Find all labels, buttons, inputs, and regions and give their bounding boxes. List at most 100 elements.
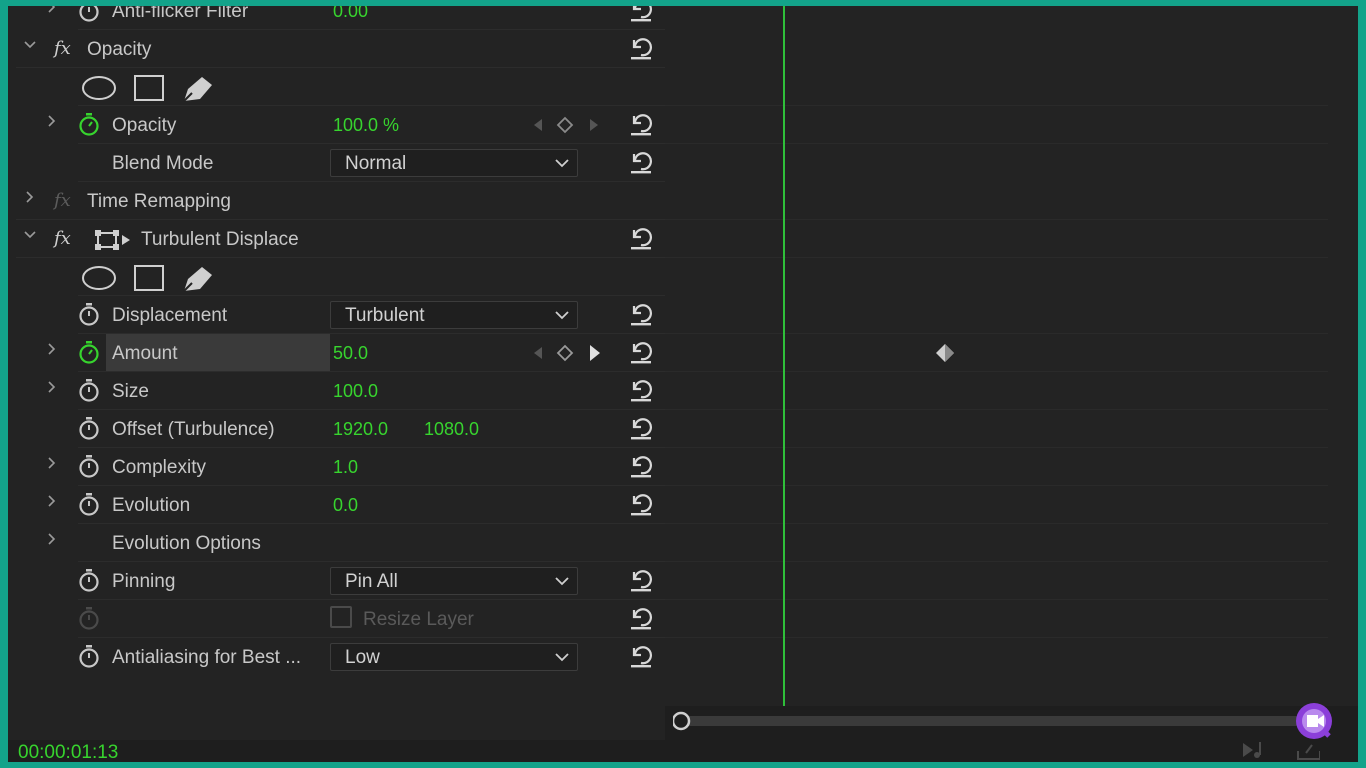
- reset-icon[interactable]: [628, 606, 654, 630]
- chevron-down-icon[interactable]: [22, 39, 38, 55]
- row-opacity-group[interactable]: fx Opacity: [8, 30, 665, 68]
- amount-label: Amount: [112, 343, 178, 364]
- reset-icon[interactable]: [628, 150, 654, 174]
- stopwatch-icon[interactable]: [78, 303, 100, 327]
- current-timecode[interactable]: 00:00:01:13: [18, 742, 118, 762]
- reset-icon[interactable]: [628, 644, 654, 668]
- row-complexity: Complexity 1.0: [8, 448, 665, 486]
- row-turbulent-displace-group[interactable]: fx Turbulent Displace: [8, 220, 665, 258]
- chevron-right-icon[interactable]: [44, 457, 60, 473]
- reset-icon[interactable]: [628, 568, 654, 592]
- antialiasing-select[interactable]: Low: [330, 643, 578, 671]
- stopwatch-icon[interactable]: [78, 645, 100, 669]
- evolution-label: Evolution: [112, 495, 191, 516]
- offset-x-value[interactable]: 1920.0: [333, 419, 388, 440]
- fx-icon[interactable]: fx: [54, 190, 71, 211]
- reset-icon[interactable]: [628, 492, 654, 516]
- chevron-right-icon[interactable]: [44, 6, 60, 17]
- reset-icon[interactable]: [628, 112, 654, 136]
- row-pinning: Pinning Pin All: [8, 562, 665, 600]
- timeline-zoom-scrollbar[interactable]: [673, 710, 1308, 732]
- reset-icon[interactable]: [628, 6, 654, 22]
- logo-icon: [1296, 703, 1332, 739]
- opacity-group-label: Opacity: [87, 39, 152, 60]
- row-displacement: Displacement Turbulent: [8, 296, 665, 334]
- chevron-down-icon[interactable]: [22, 229, 38, 245]
- anti-flicker-value[interactable]: 0.00: [333, 6, 368, 22]
- resize-layer-checkbox[interactable]: [330, 606, 352, 628]
- amount-value[interactable]: 50.0: [333, 343, 368, 364]
- keyframe-timeline[interactable]: [665, 6, 1358, 706]
- resize-layer-label: Resize Layer: [363, 609, 474, 630]
- export-icon[interactable]: [1297, 744, 1320, 760]
- keyframe-diamond-icon[interactable]: [935, 343, 955, 363]
- effect-controls-panel: Anti-flicker Filter 0.00 fx Opacity Opac…: [8, 6, 665, 740]
- blend-mode-select[interactable]: Normal: [330, 149, 578, 177]
- displacement-select[interactable]: Turbulent: [330, 301, 578, 329]
- ellipse-mask-icon[interactable]: [82, 266, 116, 290]
- chevron-right-icon[interactable]: [44, 495, 60, 511]
- row-opacity-masks: [8, 68, 665, 106]
- prev-keyframe-icon[interactable]: [534, 347, 542, 359]
- ellipse-mask-icon[interactable]: [82, 76, 116, 100]
- next-keyframe-icon[interactable]: [590, 119, 598, 131]
- row-amount: Amount 50.0: [8, 334, 665, 372]
- add-keyframe-icon[interactable]: [556, 116, 574, 134]
- panel-footer-icons: [1243, 742, 1320, 760]
- fx-icon[interactable]: fx: [54, 38, 71, 59]
- reset-icon[interactable]: [628, 302, 654, 326]
- play-audio-icon[interactable]: [1243, 742, 1261, 758]
- chevron-right-icon[interactable]: [22, 191, 38, 207]
- chevron-right-icon[interactable]: [44, 115, 60, 131]
- reset-icon[interactable]: [628, 378, 654, 402]
- stopwatch-icon[interactable]: [78, 6, 100, 23]
- premiere-effect-controls: Anti-flicker Filter 0.00 fx Opacity Opac…: [8, 6, 1358, 762]
- size-value[interactable]: 100.0: [333, 381, 378, 402]
- keyframe-navigator: [534, 116, 598, 134]
- stopwatch-icon[interactable]: [78, 113, 100, 137]
- pinning-label: Pinning: [112, 571, 176, 592]
- blend-mode-value: Normal: [345, 153, 407, 174]
- stopwatch-icon[interactable]: [78, 569, 100, 593]
- reset-icon[interactable]: [628, 36, 654, 60]
- row-evolution-options[interactable]: Evolution Options: [8, 524, 665, 562]
- stopwatch-icon[interactable]: [78, 379, 100, 403]
- complexity-value[interactable]: 1.0: [333, 457, 358, 478]
- reset-icon[interactable]: [628, 340, 654, 364]
- chevron-right-icon[interactable]: [44, 381, 60, 397]
- pinning-select[interactable]: Pin All: [330, 567, 578, 595]
- reset-icon[interactable]: [628, 416, 654, 440]
- pen-mask-icon[interactable]: [183, 77, 212, 102]
- pen-mask-icon[interactable]: [183, 267, 212, 292]
- prev-keyframe-icon[interactable]: [534, 119, 542, 131]
- opacity-value[interactable]: 100.0 %: [333, 115, 399, 136]
- evolution-options-label: Evolution Options: [112, 533, 261, 554]
- displacement-value: Turbulent: [345, 305, 425, 326]
- rectangle-mask-icon[interactable]: [134, 265, 164, 291]
- mask-tools: [82, 265, 212, 292]
- fx-icon[interactable]: fx: [54, 228, 71, 249]
- stopwatch-icon[interactable]: [78, 455, 100, 479]
- add-keyframe-icon[interactable]: [556, 344, 574, 362]
- row-time-remapping[interactable]: fx Time Remapping: [8, 182, 665, 220]
- row-offset: Offset (Turbulence) 1920.0 1080.0: [8, 410, 665, 448]
- evolution-value[interactable]: 0.0: [333, 495, 358, 516]
- stopwatch-icon[interactable]: [78, 493, 100, 517]
- row-blend-mode: Blend Mode Normal: [8, 144, 665, 182]
- stopwatch-icon[interactable]: [78, 341, 100, 365]
- chevron-right-icon[interactable]: [44, 533, 60, 549]
- offset-y-value[interactable]: 1080.0: [424, 419, 479, 440]
- row-resize-layer: Resize Layer: [8, 600, 665, 638]
- reset-icon[interactable]: [628, 226, 654, 250]
- chevron-right-icon[interactable]: [44, 343, 60, 359]
- playhead[interactable]: [783, 6, 785, 706]
- keyframe-navigator: [534, 344, 600, 362]
- turbulent-displace-label: Turbulent Displace: [141, 229, 299, 250]
- rectangle-mask-icon[interactable]: [134, 75, 164, 101]
- reset-icon[interactable]: [628, 454, 654, 478]
- dropdown-icon: [555, 311, 569, 320]
- next-keyframe-icon[interactable]: [590, 345, 600, 361]
- transform-effect-icon[interactable]: [94, 229, 132, 251]
- stopwatch-icon[interactable]: [78, 417, 100, 441]
- mask-tools: [82, 75, 212, 102]
